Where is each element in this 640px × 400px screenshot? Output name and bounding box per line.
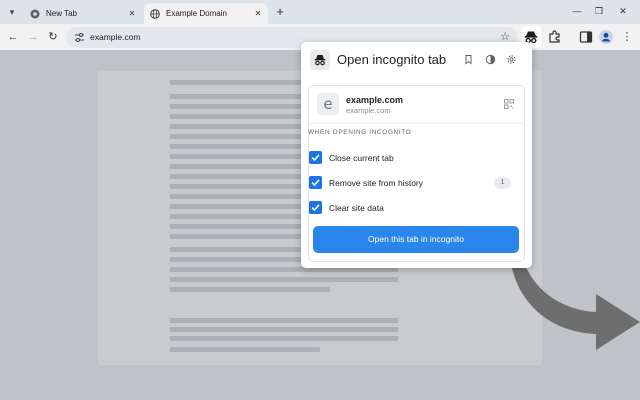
tab-example-domain[interactable]: Example Domain ✕ xyxy=(144,3,268,24)
new-tab-button[interactable]: + xyxy=(272,4,288,20)
minimize-icon[interactable]: — xyxy=(570,4,584,18)
side-panel-icon[interactable] xyxy=(578,29,594,45)
close-tab-icon[interactable]: ✕ xyxy=(252,9,264,18)
current-site-row: e example.com example.com xyxy=(309,86,524,124)
tab-search-chevron-icon[interactable]: ▾ xyxy=(5,5,19,19)
tab-strip: ▾ New Tab ✕ Example Domain ✕ + — ❐ ✕ xyxy=(0,0,640,24)
option-clear-site-data[interactable]: Clear site data xyxy=(309,201,514,215)
incognito-logo-icon xyxy=(314,55,326,66)
theme-contrast-icon[interactable] xyxy=(485,54,496,65)
chrome-icon xyxy=(30,9,40,18)
option-label: Remove site from history xyxy=(329,178,423,188)
checkbox-checked[interactable] xyxy=(309,151,322,164)
option-remove-site-from-history[interactable]: Remove site from history 1 xyxy=(309,176,514,190)
settings-gear-icon[interactable] xyxy=(506,54,517,65)
checkmark-icon xyxy=(311,179,320,187)
restore-icon[interactable]: ❐ xyxy=(592,4,606,18)
tab-label: Example Domain xyxy=(166,9,227,18)
qr-code-icon[interactable] xyxy=(504,99,514,109)
text-line xyxy=(170,277,398,282)
checkmark-icon xyxy=(311,204,320,212)
extensions-puzzle-icon[interactable] xyxy=(547,29,563,45)
text-line xyxy=(170,327,398,332)
tab-new-tab[interactable]: New Tab ✕ xyxy=(24,3,142,24)
reload-button[interactable]: ↻ xyxy=(46,29,60,45)
close-window-icon[interactable]: ✕ xyxy=(616,4,630,18)
text-line xyxy=(170,336,398,341)
text-line xyxy=(170,347,320,352)
site-favicon: e xyxy=(317,93,339,115)
checkmark-icon xyxy=(311,154,320,162)
option-label: Clear site data xyxy=(329,203,384,213)
tab-label: New Tab xyxy=(46,9,77,18)
site-name: example.com xyxy=(346,95,404,105)
section-label: WHEN OPENING INCOGNITO xyxy=(308,129,412,136)
extension-logo xyxy=(310,50,330,70)
close-tab-icon[interactable]: ✕ xyxy=(126,9,138,18)
bookmark-icon[interactable] xyxy=(463,54,474,65)
globe-icon xyxy=(150,8,160,19)
site-url: example.com xyxy=(346,106,391,115)
checkbox-checked[interactable] xyxy=(309,201,322,214)
incognito-popup: Open incognito tab e example.com example… xyxy=(301,42,532,268)
checkbox-checked[interactable] xyxy=(309,176,322,189)
popup-header: Open incognito tab xyxy=(301,42,532,80)
forward-button[interactable]: → xyxy=(26,29,40,45)
open-in-incognito-button[interactable]: Open this tab in incognito xyxy=(313,226,519,253)
text-line xyxy=(170,287,330,292)
text-line xyxy=(170,318,398,323)
history-count-badge: 1 xyxy=(494,177,511,189)
option-close-current-tab[interactable]: Close current tab xyxy=(309,151,514,165)
chrome-menu-icon[interactable]: ⋮ xyxy=(620,29,634,45)
popup-title: Open incognito tab xyxy=(337,52,447,67)
url-text: example.com xyxy=(90,32,141,42)
profile-avatar-icon[interactable] xyxy=(598,29,614,45)
site-info-icon[interactable] xyxy=(74,32,85,43)
option-label: Close current tab xyxy=(329,153,394,163)
back-button[interactable]: ← xyxy=(6,29,20,45)
